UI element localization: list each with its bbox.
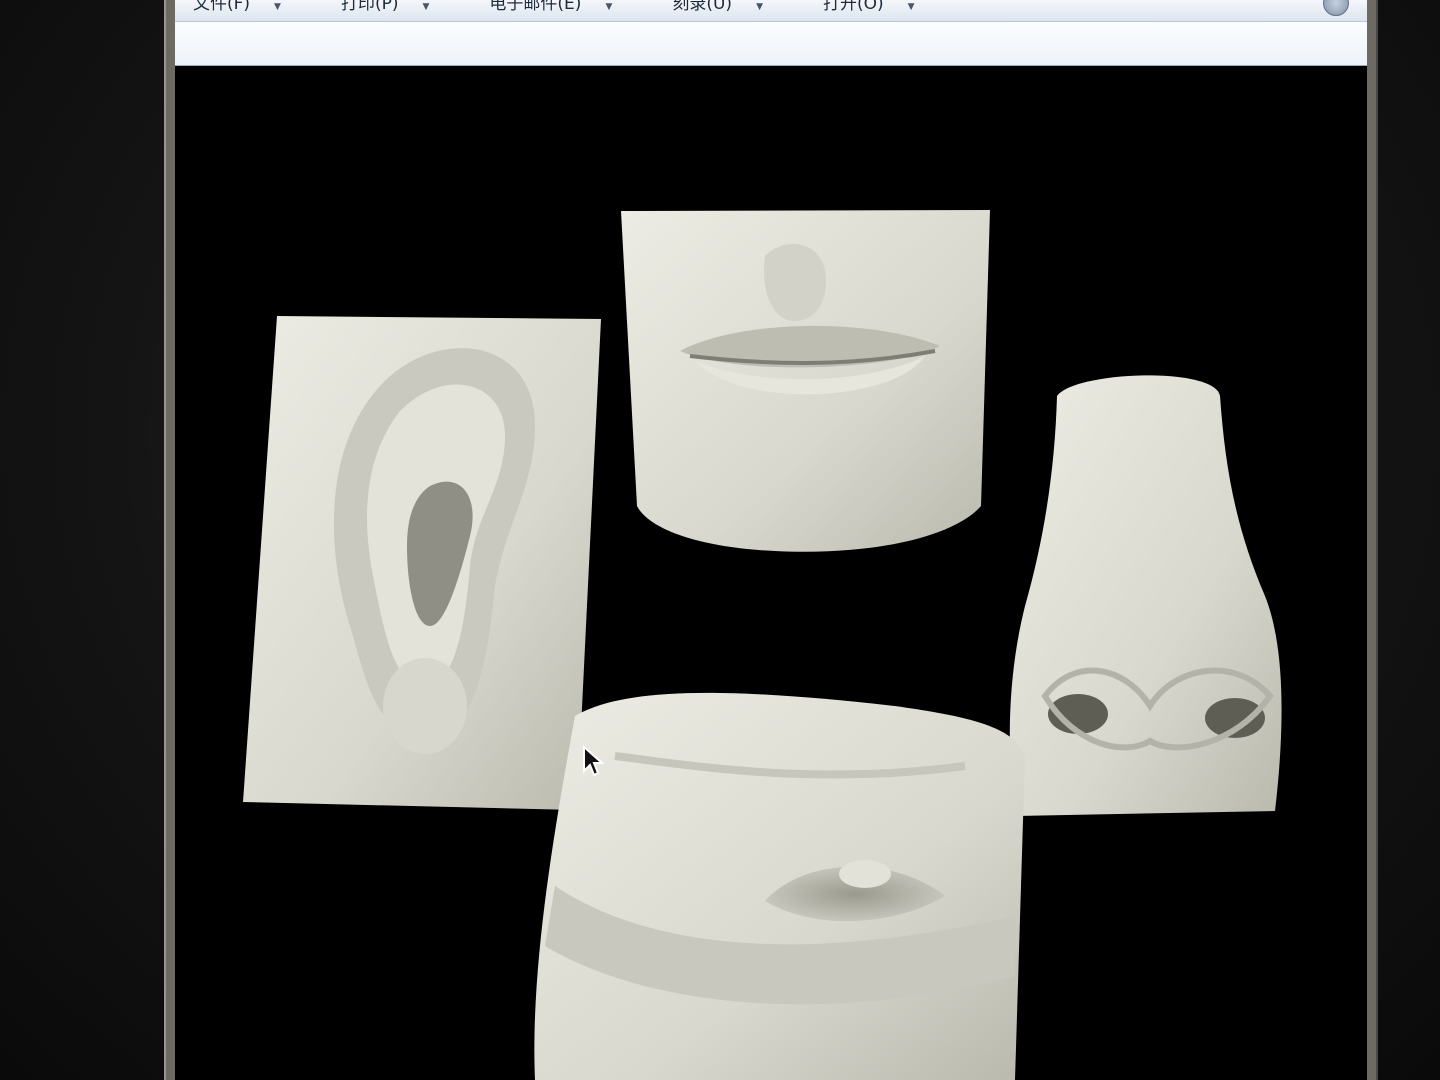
chevron-down-icon: ▼ bbox=[756, 2, 763, 12]
mouse-pointer-icon bbox=[583, 745, 605, 777]
window-resize-handle[interactable] bbox=[175, 300, 184, 330]
plaster-ear bbox=[243, 316, 601, 810]
command-bar: 文件(F) ▼ 打印(P) ▼ 电子邮件(E) ▼ 刻录(U) ▼ 打开(O) ▼ bbox=[175, 0, 1367, 22]
plaster-mouth bbox=[621, 210, 990, 552]
email-menu[interactable]: 电子邮件(E) ▼ bbox=[489, 0, 612, 14]
burn-menu-label: 刻录(U) bbox=[672, 0, 733, 14]
print-menu-label: 打印(P) bbox=[340, 0, 399, 14]
file-menu[interactable]: 文件(F) ▼ bbox=[193, 0, 281, 14]
info-bar bbox=[175, 22, 1367, 66]
window-content: 文件(F) ▼ 打印(P) ▼ 电子邮件(E) ▼ 刻录(U) ▼ 打开(O) ▼ bbox=[175, 0, 1367, 1080]
print-menu[interactable]: 打印(P) ▼ bbox=[341, 0, 429, 14]
photo-viewer-window: 文件(F) ▼ 打印(P) ▼ 电子邮件(E) ▼ 刻录(U) ▼ 打开(O) ▼ bbox=[164, 0, 1378, 1080]
chevron-down-icon: ▼ bbox=[605, 2, 613, 12]
plaster-eye bbox=[534, 692, 1025, 1080]
image-display-area bbox=[175, 66, 1367, 1080]
help-icon[interactable] bbox=[1323, 0, 1349, 16]
email-menu-label: 电子邮件(E) bbox=[489, 0, 582, 14]
file-menu-label: 文件(F) bbox=[193, 0, 251, 14]
open-menu[interactable]: 打开(O) ▼ bbox=[823, 0, 915, 14]
burn-menu[interactable]: 刻录(U) ▼ bbox=[672, 0, 763, 14]
plaster-nose bbox=[1009, 375, 1282, 816]
chevron-down-icon: ▼ bbox=[274, 2, 281, 12]
open-menu-label: 打开(O) bbox=[823, 0, 884, 14]
chevron-down-icon: ▼ bbox=[422, 2, 430, 12]
plaster-casts-photo bbox=[243, 210, 1282, 1080]
chevron-down-icon: ▼ bbox=[907, 2, 915, 12]
